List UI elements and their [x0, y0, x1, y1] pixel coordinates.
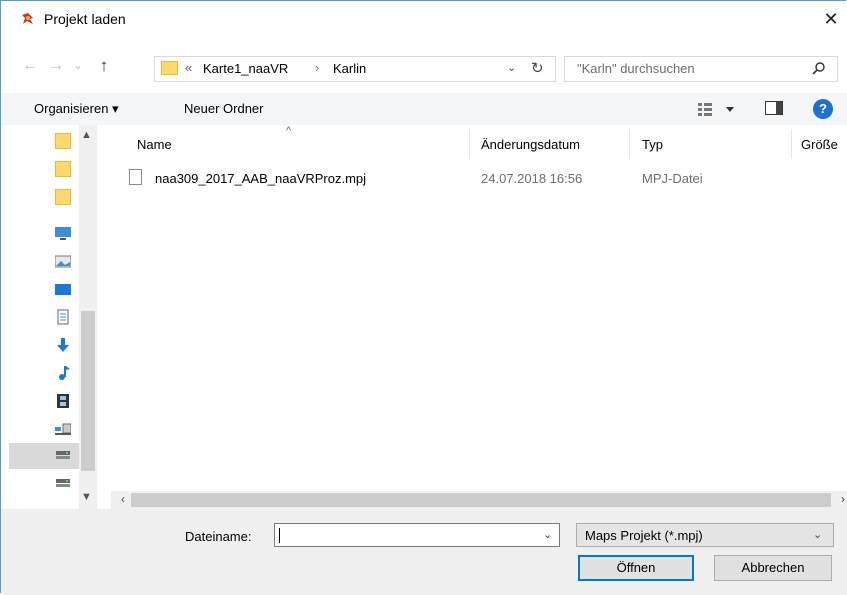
videos-icon [57, 394, 69, 408]
desktop-icon [55, 227, 71, 240]
chevron-down-icon[interactable]: ▼ [81, 491, 92, 503]
column-header-name[interactable]: Name [137, 137, 172, 152]
up-arrow-icon[interactable]: ↑ [94, 56, 114, 76]
nav-item-music[interactable] [41, 361, 77, 387]
chevron-down-icon[interactable]: ⌄ [543, 528, 552, 541]
file-type-filter-select[interactable]: Maps Projekt (*.mpj) ⌄ [576, 523, 834, 547]
refresh-icon[interactable]: ↻ [531, 59, 544, 77]
file-type: MPJ-Datei [642, 171, 703, 186]
organize-button[interactable]: Organisieren ▾ [34, 101, 119, 117]
close-button[interactable]: ✕ [816, 5, 846, 33]
downloads-icon [57, 338, 69, 352]
sort-up-icon: ^ [286, 125, 292, 137]
text-caret [279, 528, 280, 543]
filter-value: Maps Projekt (*.mpj) [585, 528, 703, 543]
view-options-icon[interactable] [698, 101, 738, 117]
drive-icon [56, 479, 70, 487]
chevron-down-icon[interactable]: ⌄ [813, 528, 822, 541]
file-icon [129, 169, 142, 185]
music-icon [59, 366, 70, 380]
nav-item-videos[interactable] [41, 389, 77, 415]
preview-pane-icon[interactable] [765, 101, 783, 115]
file-row[interactable]: naa309_2017_AAB_naaVRProz.mpj 24.07.2018… [111, 166, 847, 190]
app-icon [22, 13, 33, 24]
pictures-icon [55, 255, 71, 268]
address-row: ← → ⌄ ↑ « Karte1_naaVR › Karlin ⌄ ↻ "Kar… [1, 51, 847, 85]
column-divider[interactable] [469, 129, 470, 159]
desktop-folder-icon [55, 284, 71, 295]
search-placeholder: "Karln" durchsuchen [577, 61, 695, 76]
recent-locations-chevron-icon[interactable]: ⌄ [71, 57, 85, 75]
nav-scrollbar-thumb[interactable] [81, 311, 95, 471]
filename-input[interactable]: ⌄ [274, 523, 560, 547]
file-name: naa309_2017_AAB_naaVRProz.mpj [155, 171, 367, 186]
column-divider[interactable] [791, 129, 792, 159]
nav-item-pictures[interactable] [41, 249, 77, 275]
open-button[interactable]: Öffnen [578, 555, 694, 581]
documents-icon [57, 309, 69, 325]
help-icon[interactable]: ? [813, 99, 833, 119]
chevron-right-icon[interactable]: › [841, 492, 845, 506]
file-date: 24.07.2018 16:56 [481, 171, 583, 186]
horizontal-scrollbar-thumb[interactable] [131, 493, 831, 507]
address-bar[interactable]: « Karte1_naaVR › Karlin ⌄ ↻ [154, 56, 556, 82]
title-bar: Projekt laden ✕ [1, 1, 847, 37]
breadcrumb-separator-icon[interactable]: › [315, 60, 319, 75]
nav-item-drive[interactable] [41, 471, 77, 497]
command-bar: Organisieren ▾ Neuer Ordner ? [1, 93, 847, 125]
breadcrumb-item[interactable]: Karte1_naaVR [203, 61, 288, 76]
file-list-header: ^ Name Änderungsdatum Typ Größe [111, 125, 847, 159]
nav-item-drive[interactable] [9, 443, 79, 469]
network-drive-icon [55, 423, 71, 435]
folder-icon [55, 189, 71, 205]
chevron-left-icon[interactable]: ‹ [121, 492, 125, 506]
folder-icon [55, 133, 71, 149]
nav-item-downloads[interactable] [41, 333, 77, 359]
file-open-dialog: Projekt laden ✕ ← → ⌄ ↑ « Karte1_naaVR ›… [0, 0, 847, 595]
column-header-type[interactable]: Typ [642, 137, 663, 152]
nav-item-network-drive[interactable] [41, 417, 77, 443]
nav-item-folder[interactable] [41, 129, 77, 155]
drive-icon [56, 451, 70, 459]
nav-item-folder[interactable] [41, 185, 77, 211]
breadcrumb-item[interactable]: Karlin [333, 61, 366, 76]
folder-icon [161, 61, 178, 75]
folder-icon [55, 161, 71, 177]
window-title: Projekt laden [44, 11, 126, 27]
breadcrumb-overflow[interactable]: « [185, 60, 192, 75]
chevron-up-icon[interactable]: ▲ [81, 129, 92, 141]
nav-item-documents[interactable] [41, 305, 77, 331]
column-divider[interactable] [629, 129, 630, 159]
column-header-date[interactable]: Änderungsdatum [481, 137, 580, 152]
search-icon[interactable] [811, 61, 827, 77]
column-header-size[interactable]: Größe [801, 137, 838, 152]
search-input[interactable]: "Karln" durchsuchen [564, 56, 838, 82]
nav-item-this-pc[interactable] [41, 221, 77, 247]
nav-item-desktop[interactable] [41, 277, 77, 303]
forward-arrow-icon[interactable]: → [47, 57, 65, 75]
new-folder-button[interactable]: Neuer Ordner [184, 101, 263, 116]
filename-label: Dateiname: [185, 529, 252, 544]
chevron-down-icon[interactable]: ⌄ [507, 61, 516, 74]
back-arrow-icon[interactable]: ← [21, 57, 39, 75]
nav-item-folder[interactable] [41, 157, 77, 183]
horizontal-scrollbar[interactable]: ‹ › [111, 491, 847, 509]
dialog-footer: Dateiname: ⌄ Maps Projekt (*.mpj) ⌄ Öffn… [1, 509, 847, 595]
cancel-button[interactable]: Abbrechen [714, 555, 832, 581]
